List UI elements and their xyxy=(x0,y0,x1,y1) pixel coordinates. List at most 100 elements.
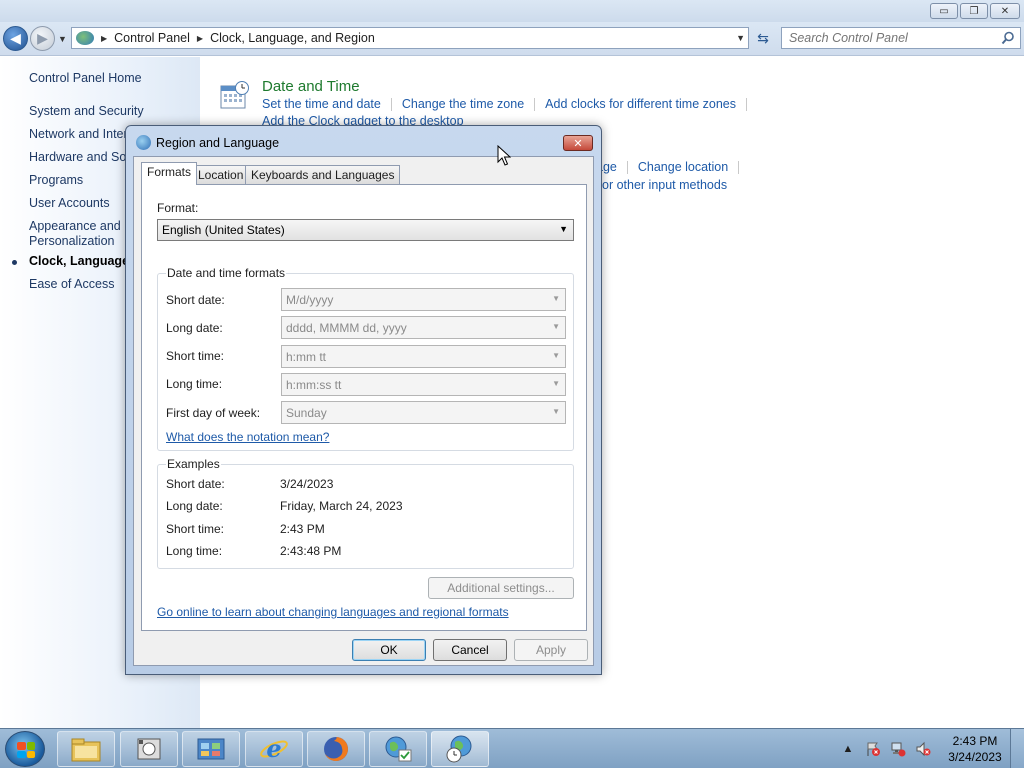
sidebar-item-appearance[interactable]: Appearance and xyxy=(29,219,121,233)
internet-explorer-icon: e xyxy=(260,734,288,763)
taskbar-media-player[interactable] xyxy=(120,731,178,767)
control-panel-icon xyxy=(76,31,94,45)
short-time-value: h:mm tt xyxy=(286,350,327,364)
dropdown-arrow-icon: ▼ xyxy=(552,294,560,303)
sidebar-item-network[interactable]: Network and Inter xyxy=(29,127,128,141)
breadcrumb-control-panel[interactable]: Control Panel xyxy=(114,31,190,45)
example-short-time-label: Short time: xyxy=(166,522,225,536)
search-input[interactable] xyxy=(789,29,999,47)
example-long-date-value: Friday, March 24, 2023 xyxy=(280,499,403,513)
first-day-select[interactable]: Sunday ▼ xyxy=(281,401,566,424)
date-time-links: Set the time and date Change the time zon… xyxy=(262,97,757,112)
region-globe-icon xyxy=(136,135,151,150)
example-short-date-value: 3/24/2023 xyxy=(280,477,334,491)
back-button[interactable]: ◀ xyxy=(3,26,28,51)
short-time-label: Short time: xyxy=(166,349,225,363)
volume-muted-icon[interactable] xyxy=(915,741,931,757)
taskbar-control-panel[interactable] xyxy=(182,731,240,767)
ok-button[interactable]: OK xyxy=(352,639,426,661)
sidebar-item-programs[interactable]: Programs xyxy=(29,173,83,187)
example-long-time-value: 2:43:48 PM xyxy=(280,544,342,558)
dropdown-arrow-icon: ▼ xyxy=(552,379,560,388)
start-button[interactable] xyxy=(5,731,45,767)
online-help-link[interactable]: Go online to learn about changing langua… xyxy=(157,605,509,619)
folder-icon xyxy=(71,738,101,762)
breadcrumb-clock-language-region[interactable]: Clock, Language, and Region xyxy=(210,31,375,45)
sidebar-item-ease-of-access[interactable]: Ease of Access xyxy=(29,277,114,291)
search-icon[interactable] xyxy=(1001,31,1015,45)
dialog-body: Formats Location Keyboards and Languages… xyxy=(133,156,594,666)
control-panel-icon xyxy=(197,738,225,760)
additional-settings-button[interactable]: Additional settings... xyxy=(428,577,574,599)
action-center-flag-icon[interactable] xyxy=(865,741,881,757)
date-time-formats-group: Date and time formats Short date: M/d/yy… xyxy=(157,266,574,451)
cancel-button[interactable]: Cancel xyxy=(433,639,507,661)
taskbar-firefox[interactable] xyxy=(307,731,365,767)
sidebar-item-user-accounts[interactable]: User Accounts xyxy=(29,196,110,210)
link-divider xyxy=(738,161,740,175)
search-box[interactable] xyxy=(781,27,1021,49)
add-clocks-link[interactable]: Add clocks for different time zones xyxy=(545,97,736,111)
short-date-select[interactable]: M/d/yyyy ▼ xyxy=(281,288,566,311)
breadcrumb-separator-icon[interactable]: ▶ xyxy=(197,34,203,43)
dialog-close-button[interactable]: ✕ xyxy=(563,135,593,151)
region-links: age Change location xyxy=(596,160,749,175)
close-button[interactable]: ✕ xyxy=(990,3,1020,19)
taskbar-region-settings[interactable] xyxy=(369,731,427,767)
tab-location[interactable]: Location xyxy=(192,165,250,184)
address-bar[interactable]: ▶ Control Panel ▶ Clock, Language, and R… xyxy=(71,27,749,49)
short-date-value: M/d/yyyy xyxy=(286,293,334,307)
change-time-zone-link[interactable]: Change the time zone xyxy=(402,97,524,111)
minimize-button[interactable]: ▭ xyxy=(930,3,958,19)
clock-date: 3/24/2023 xyxy=(948,750,1002,764)
format-select[interactable]: English (United States) ▼ xyxy=(157,219,574,241)
long-date-select[interactable]: dddd, MMMM dd, yyyy ▼ xyxy=(281,316,566,339)
current-item-bullet-icon xyxy=(12,260,17,265)
tab-keyboards-languages[interactable]: Keyboards and Languages xyxy=(245,165,401,184)
show-hidden-icons-icon[interactable]: ▲ xyxy=(840,741,856,757)
format-label: Format: xyxy=(157,201,199,215)
set-time-date-link[interactable]: Set the time and date xyxy=(262,97,381,111)
category-title-date-time[interactable]: Date and Time xyxy=(262,78,360,95)
window-controls: ▭ ❐ ✕ xyxy=(930,3,1020,19)
forward-button[interactable]: ▶ xyxy=(30,26,55,51)
long-date-label: Long date: xyxy=(166,321,223,335)
formats-tab-panel: Format: English (United States) ▼ Date a… xyxy=(141,184,587,631)
apply-button[interactable]: Apply xyxy=(514,639,588,661)
globe-settings-icon xyxy=(385,736,412,762)
sidebar-item-personalization[interactable]: Personalization xyxy=(29,234,114,248)
example-long-date-label: Long date: xyxy=(166,499,223,513)
first-day-label: First day of week: xyxy=(166,406,261,420)
group-title-examples: Examples xyxy=(166,457,221,471)
short-time-select[interactable]: h:mm tt ▼ xyxy=(281,345,566,368)
dropdown-arrow-icon: ▼ xyxy=(552,351,560,360)
refresh-icon[interactable]: ⇆ xyxy=(752,27,774,49)
taskbar-date-time[interactable] xyxy=(431,731,489,767)
taskbar-explorer[interactable] xyxy=(57,731,115,767)
short-date-label: Short date: xyxy=(166,293,225,307)
forward-arrow-icon: ▶ xyxy=(37,30,48,46)
sidebar-item-system-security[interactable]: System and Security xyxy=(29,104,144,118)
date-time-calendar-icon[interactable] xyxy=(220,81,250,109)
show-desktop-button[interactable] xyxy=(1010,729,1024,768)
address-dropdown-icon[interactable]: ▼ xyxy=(736,33,745,43)
breadcrumb-separator-icon[interactable]: ▶ xyxy=(101,34,107,43)
globe-clock-icon xyxy=(446,735,472,763)
input-methods-link[interactable]: or other input methods xyxy=(602,178,727,192)
tab-formats[interactable]: Formats xyxy=(141,162,198,185)
recent-pages-dropdown-icon[interactable]: ▼ xyxy=(58,34,67,44)
long-time-select[interactable]: h:mm:ss tt ▼ xyxy=(281,373,566,396)
notation-help-link[interactable]: What does the notation mean? xyxy=(166,430,329,444)
back-arrow-icon: ◀ xyxy=(10,30,21,46)
network-icon[interactable] xyxy=(890,741,906,757)
change-location-link[interactable]: Change location xyxy=(638,160,728,174)
maximize-button[interactable]: ❐ xyxy=(960,3,988,19)
sidebar-item-hardware[interactable]: Hardware and Sou xyxy=(29,150,133,164)
link-divider xyxy=(390,98,392,112)
long-time-label: Long time: xyxy=(166,377,223,391)
taskbar-clock[interactable]: 2:43 PM 3/24/2023 xyxy=(940,733,1010,765)
long-time-value: h:mm:ss tt xyxy=(286,378,342,392)
sidebar-item-control-panel-home[interactable]: Control Panel Home xyxy=(29,71,142,85)
taskbar-internet-explorer[interactable]: e xyxy=(245,731,303,767)
dropdown-arrow-icon: ▼ xyxy=(552,322,560,331)
